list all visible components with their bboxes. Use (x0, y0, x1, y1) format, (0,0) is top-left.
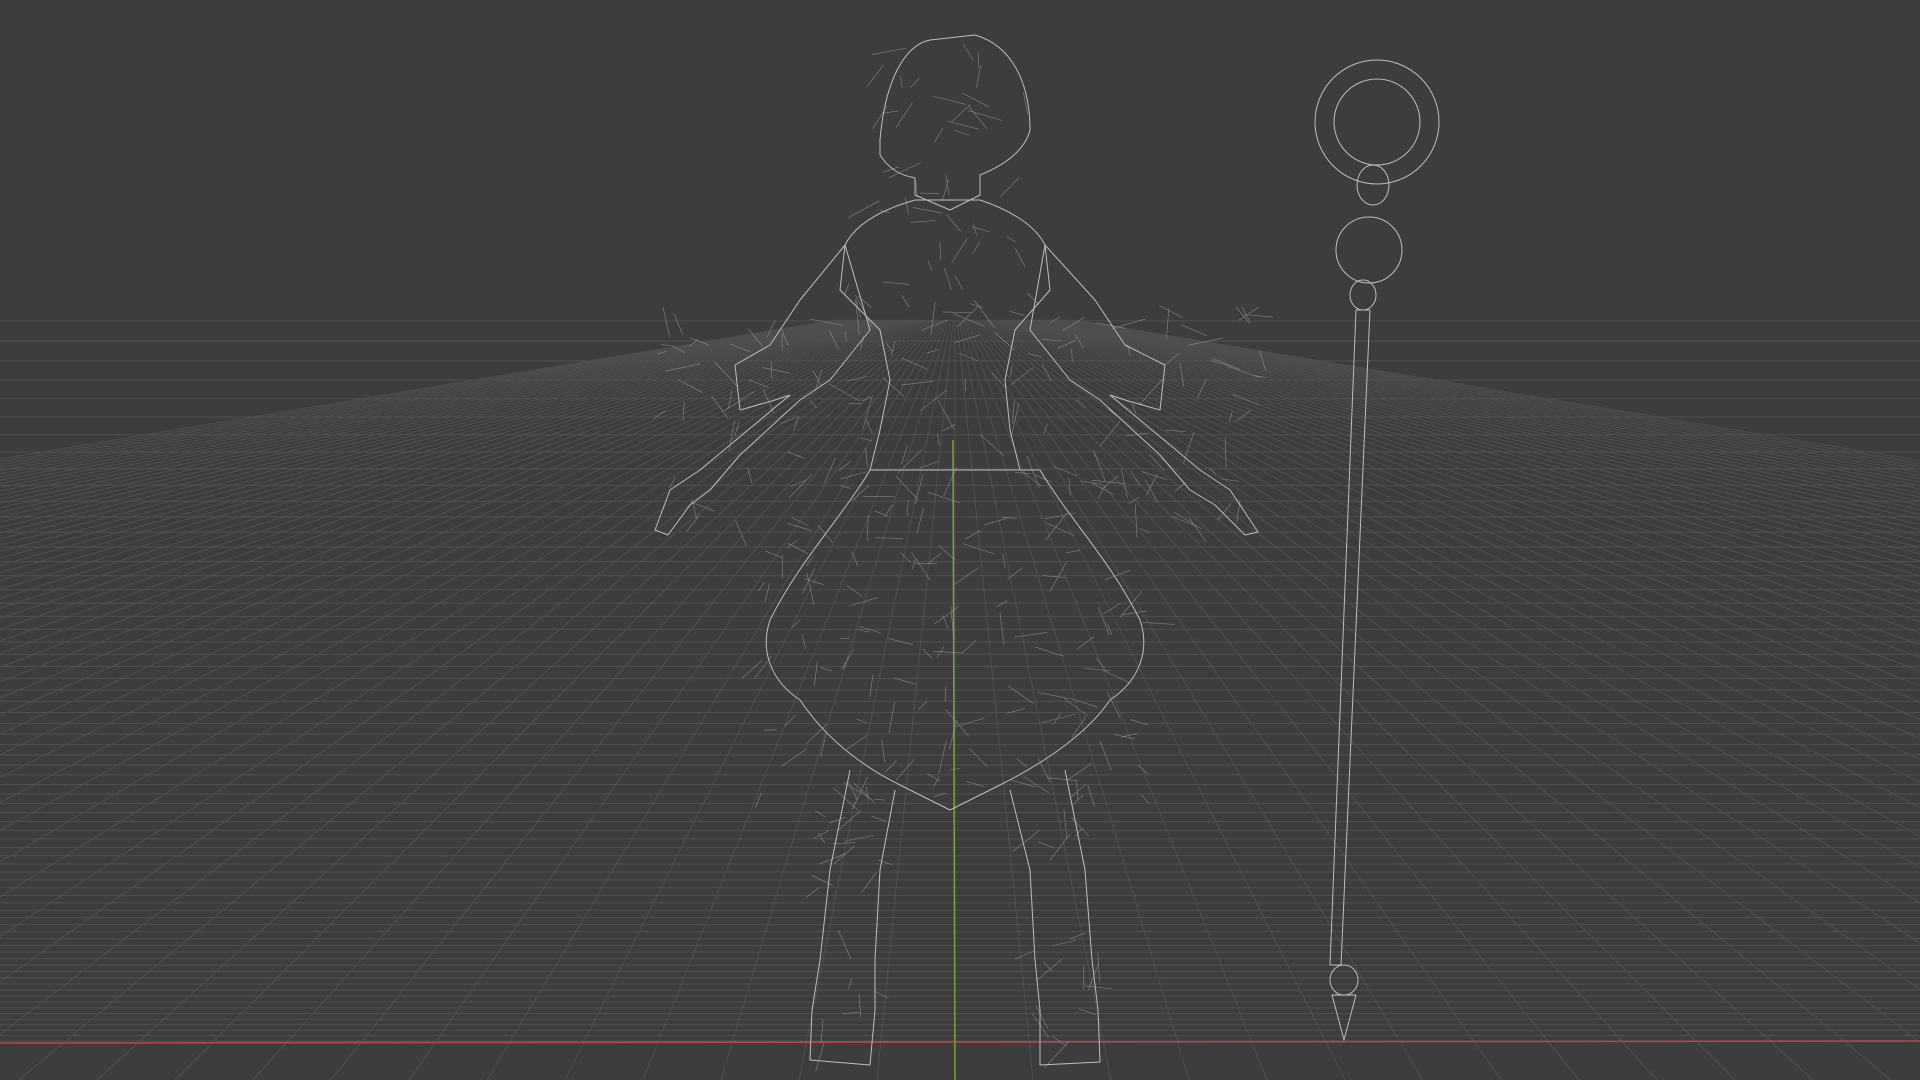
grid-line (0, 319, 908, 699)
grid-line (1072, 319, 1920, 465)
grid-line (1050, 319, 1920, 502)
grid-line (1024, 319, 1920, 577)
grid-line (0, 319, 852, 485)
grid-line (976, 319, 1814, 1080)
grid-line (1042, 319, 1920, 520)
character-head (879, 34, 1031, 211)
staff-shaft (1329, 309, 1371, 966)
grid-line (0, 319, 906, 683)
grid-line (1048, 319, 1920, 506)
grid-line (0, 319, 874, 534)
grid-line (0, 319, 886, 574)
grid-line (0, 319, 878, 546)
grid-line (962, 319, 1268, 1080)
grid-line (996, 319, 1920, 761)
grid-line (0, 319, 910, 716)
staff-neck (1356, 164, 1390, 206)
3d-viewport[interactable] (0, 0, 1920, 1080)
grid-line (1016, 319, 1920, 612)
grid-line (0, 319, 928, 983)
grid-line (1046, 319, 1920, 511)
grid-line (0, 319, 924, 898)
grid-line (1018, 319, 1920, 603)
grid-line (1044, 319, 1920, 515)
grid-line (0, 319, 858, 496)
grid-line (0, 319, 914, 756)
grid-line (1012, 319, 1920, 634)
grid-line (0, 319, 884, 566)
grid-line (1070, 319, 1920, 467)
grid-line (992, 319, 1920, 809)
grid-line (968, 319, 1502, 1080)
grid-line (408, 319, 942, 1080)
grid-line (0, 319, 912, 735)
grid-line (1040, 319, 1920, 525)
grid-line (990, 319, 1920, 837)
grid-line (0, 319, 860, 500)
grid-line (0, 319, 900, 642)
grid-line (0, 319, 882, 559)
grid-line (0, 319, 844, 472)
grid-line (1074, 319, 1920, 462)
staff-collar (1349, 279, 1377, 311)
grid-line (0, 319, 902, 655)
grid-line (0, 319, 850, 481)
grid-line (330, 319, 940, 1080)
grid-line (96, 319, 934, 1080)
grid-line (1014, 319, 1920, 623)
grid-line (642, 319, 948, 1080)
grid-line (0, 319, 880, 552)
viewport-canvas[interactable] (0, 0, 1920, 1080)
staff-ring-inner (1333, 78, 1421, 166)
grid-line (986, 319, 1920, 904)
grid-line (994, 319, 1920, 784)
grid-line (1032, 319, 1920, 548)
grid-line (0, 319, 848, 478)
grid-line (1056, 319, 1920, 490)
grid-line (970, 319, 1580, 1080)
staff-wireframe[interactable] (1314, 59, 1440, 1041)
floor-grid (0, 319, 1920, 1080)
grid-line (0, 319, 930, 1036)
character-wireframe[interactable] (652, 34, 1273, 1072)
staff-orb (1335, 216, 1403, 284)
grid-line (0, 319, 854, 488)
grid-line (0, 319, 926, 938)
grid-line (1026, 319, 1920, 569)
